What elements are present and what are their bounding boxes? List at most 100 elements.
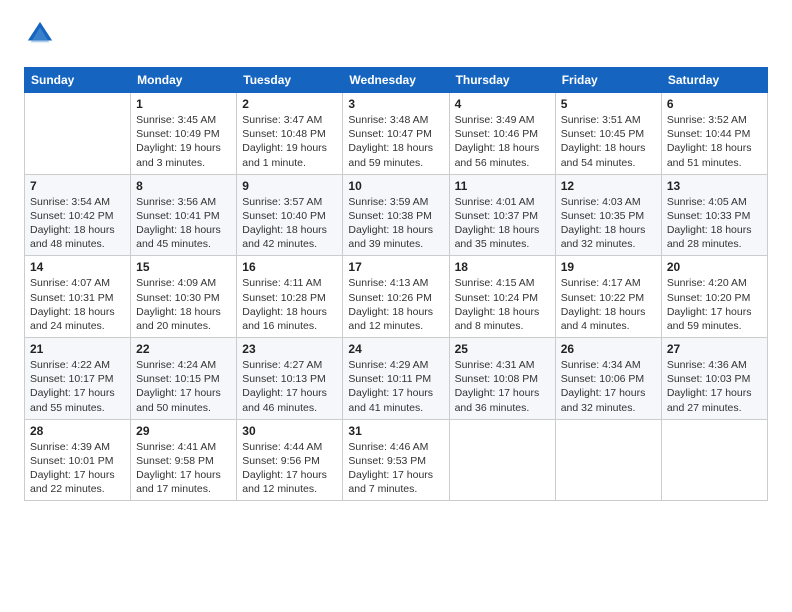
- day-number: 8: [136, 179, 231, 193]
- calendar-cell: 27 Sunrise: 4:36 AM Sunset: 10:03 PM Dayl…: [661, 338, 767, 420]
- calendar-cell: 12Sunrise: 4:03 AM Sunset: 10:35 PM Dayl…: [555, 174, 661, 256]
- day-number: 5: [561, 97, 656, 111]
- day-number: 22: [136, 342, 231, 356]
- calendar-cell: 24Sunrise: 4:29 AM Sunset: 10:11 PM Dayl…: [343, 338, 449, 420]
- day-info: Sunrise: 4:29 AM Sunset: 10:11 PM Daylig…: [348, 358, 443, 415]
- calendar-cell: 25 Sunrise: 4:31 AM Sunset: 10:08 PM Dayl…: [449, 338, 555, 420]
- calendar-cell: 31 Sunrise: 4:46 AM Sunset: 9:53 PM Dayli…: [343, 419, 449, 501]
- day-info: Sunrise: 4:34 AM Sunset: 10:06 PM Daylig…: [561, 358, 656, 415]
- day-number: 16: [242, 260, 337, 274]
- calendar-cell: 17 Sunrise: 4:13 AM Sunset: 10:26 PM Dayl…: [343, 256, 449, 338]
- day-info: Sunrise: 4:31 AM Sunset: 10:08 PM Daylig…: [455, 358, 550, 415]
- day-number: 2: [242, 97, 337, 111]
- calendar-cell: 26 Sunrise: 4:34 AM Sunset: 10:06 PM Dayl…: [555, 338, 661, 420]
- day-info: Sunrise: 3:48 AM Sunset: 10:47 PM Daylig…: [348, 113, 443, 170]
- calendar-cell: 2 Sunrise: 3:47 AM Sunset: 10:48 PM Dayli…: [237, 93, 343, 175]
- day-info: Sunrise: 4:20 AM Sunset: 10:20 PM Daylig…: [667, 276, 762, 333]
- day-number: 27: [667, 342, 762, 356]
- day-number: 9: [242, 179, 337, 193]
- day-number: 29: [136, 424, 231, 438]
- calendar-week-row: 1Sunrise: 3:45 AM Sunset: 10:49 PM Dayli…: [25, 93, 768, 175]
- calendar-week-row: 21 Sunrise: 4:22 AM Sunset: 10:17 PM Dayl…: [25, 338, 768, 420]
- day-info: Sunrise: 4:39 AM Sunset: 10:01 PM Daylig…: [30, 440, 125, 497]
- day-number: 15: [136, 260, 231, 274]
- day-info: Sunrise: 3:47 AM Sunset: 10:48 PM Daylig…: [242, 113, 337, 170]
- day-number: 3: [348, 97, 443, 111]
- calendar-cell: 3 Sunrise: 3:48 AM Sunset: 10:47 PM Dayli…: [343, 93, 449, 175]
- calendar-cell: 28 Sunrise: 4:39 AM Sunset: 10:01 PM Dayl…: [25, 419, 131, 501]
- calendar-cell: [555, 419, 661, 501]
- day-info: Sunrise: 4:09 AM Sunset: 10:30 PM Daylig…: [136, 276, 231, 333]
- day-number: 11: [455, 179, 550, 193]
- day-info: Sunrise: 3:59 AM Sunset: 10:38 PM Daylig…: [348, 195, 443, 252]
- calendar-cell: 6 Sunrise: 3:52 AM Sunset: 10:44 PM Dayli…: [661, 93, 767, 175]
- calendar-cell: 29 Sunrise: 4:41 AM Sunset: 9:58 PM Dayli…: [131, 419, 237, 501]
- weekday-header: Sunday: [25, 68, 131, 93]
- calendar-cell: 1Sunrise: 3:45 AM Sunset: 10:49 PM Dayli…: [131, 93, 237, 175]
- weekday-header: Tuesday: [237, 68, 343, 93]
- day-number: 25: [455, 342, 550, 356]
- calendar-cell: [449, 419, 555, 501]
- calendar-week-row: 14 Sunrise: 4:07 AM Sunset: 10:31 PM Dayl…: [25, 256, 768, 338]
- calendar-cell: 14 Sunrise: 4:07 AM Sunset: 10:31 PM Dayl…: [25, 256, 131, 338]
- weekday-header: Monday: [131, 68, 237, 93]
- calendar-week-row: 7 Sunrise: 3:54 AM Sunset: 10:42 PM Dayli…: [25, 174, 768, 256]
- logo: [24, 20, 54, 53]
- day-number: 17: [348, 260, 443, 274]
- day-info: Sunrise: 4:05 AM Sunset: 10:33 PM Daylig…: [667, 195, 762, 252]
- day-info: Sunrise: 4:01 AM Sunset: 10:37 PM Daylig…: [455, 195, 550, 252]
- day-info: Sunrise: 4:07 AM Sunset: 10:31 PM Daylig…: [30, 276, 125, 333]
- day-info: Sunrise: 4:11 AM Sunset: 10:28 PM Daylig…: [242, 276, 337, 333]
- calendar-cell: 8Sunrise: 3:56 AM Sunset: 10:41 PM Dayli…: [131, 174, 237, 256]
- day-info: Sunrise: 3:54 AM Sunset: 10:42 PM Daylig…: [30, 195, 125, 252]
- calendar-cell: 11 Sunrise: 4:01 AM Sunset: 10:37 PM Dayl…: [449, 174, 555, 256]
- day-number: 20: [667, 260, 762, 274]
- day-number: 18: [455, 260, 550, 274]
- calendar-cell: [661, 419, 767, 501]
- day-number: 26: [561, 342, 656, 356]
- calendar-cell: 22Sunrise: 4:24 AM Sunset: 10:15 PM Dayl…: [131, 338, 237, 420]
- calendar-cell: 13 Sunrise: 4:05 AM Sunset: 10:33 PM Dayl…: [661, 174, 767, 256]
- day-number: 31: [348, 424, 443, 438]
- day-info: Sunrise: 4:44 AM Sunset: 9:56 PM Dayligh…: [242, 440, 337, 497]
- weekday-header: Friday: [555, 68, 661, 93]
- calendar-cell: 19Sunrise: 4:17 AM Sunset: 10:22 PM Dayl…: [555, 256, 661, 338]
- day-info: Sunrise: 4:27 AM Sunset: 10:13 PM Daylig…: [242, 358, 337, 415]
- day-info: Sunrise: 4:13 AM Sunset: 10:26 PM Daylig…: [348, 276, 443, 333]
- day-info: Sunrise: 4:41 AM Sunset: 9:58 PM Dayligh…: [136, 440, 231, 497]
- day-number: 13: [667, 179, 762, 193]
- calendar-cell: 21 Sunrise: 4:22 AM Sunset: 10:17 PM Dayl…: [25, 338, 131, 420]
- calendar-cell: 18 Sunrise: 4:15 AM Sunset: 10:24 PM Dayl…: [449, 256, 555, 338]
- weekday-header: Wednesday: [343, 68, 449, 93]
- day-number: 12: [561, 179, 656, 193]
- day-number: 7: [30, 179, 125, 193]
- day-info: Sunrise: 3:49 AM Sunset: 10:46 PM Daylig…: [455, 113, 550, 170]
- day-info: Sunrise: 4:15 AM Sunset: 10:24 PM Daylig…: [455, 276, 550, 333]
- day-number: 10: [348, 179, 443, 193]
- day-info: Sunrise: 4:36 AM Sunset: 10:03 PM Daylig…: [667, 358, 762, 415]
- weekday-header: Thursday: [449, 68, 555, 93]
- calendar-cell: 9 Sunrise: 3:57 AM Sunset: 10:40 PM Dayli…: [237, 174, 343, 256]
- day-info: Sunrise: 3:51 AM Sunset: 10:45 PM Daylig…: [561, 113, 656, 170]
- calendar-cell: 5 Sunrise: 3:51 AM Sunset: 10:45 PM Dayli…: [555, 93, 661, 175]
- header: [24, 20, 768, 53]
- calendar-week-row: 28 Sunrise: 4:39 AM Sunset: 10:01 PM Dayl…: [25, 419, 768, 501]
- calendar-cell: [25, 93, 131, 175]
- day-number: 21: [30, 342, 125, 356]
- calendar-cell: 10 Sunrise: 3:59 AM Sunset: 10:38 PM Dayl…: [343, 174, 449, 256]
- day-number: 6: [667, 97, 762, 111]
- day-info: Sunrise: 4:46 AM Sunset: 9:53 PM Dayligh…: [348, 440, 443, 497]
- day-info: Sunrise: 4:22 AM Sunset: 10:17 PM Daylig…: [30, 358, 125, 415]
- calendar-header-row: SundayMondayTuesdayWednesdayThursdayFrid…: [25, 68, 768, 93]
- day-number: 14: [30, 260, 125, 274]
- day-number: 4: [455, 97, 550, 111]
- day-number: 28: [30, 424, 125, 438]
- calendar-cell: 23Sunrise: 4:27 AM Sunset: 10:13 PM Dayl…: [237, 338, 343, 420]
- day-number: 1: [136, 97, 231, 111]
- calendar-cell: 4 Sunrise: 3:49 AM Sunset: 10:46 PM Dayli…: [449, 93, 555, 175]
- day-number: 19: [561, 260, 656, 274]
- day-info: Sunrise: 3:52 AM Sunset: 10:44 PM Daylig…: [667, 113, 762, 170]
- day-number: 30: [242, 424, 337, 438]
- day-info: Sunrise: 3:57 AM Sunset: 10:40 PM Daylig…: [242, 195, 337, 252]
- calendar-cell: 20 Sunrise: 4:20 AM Sunset: 10:20 PM Dayl…: [661, 256, 767, 338]
